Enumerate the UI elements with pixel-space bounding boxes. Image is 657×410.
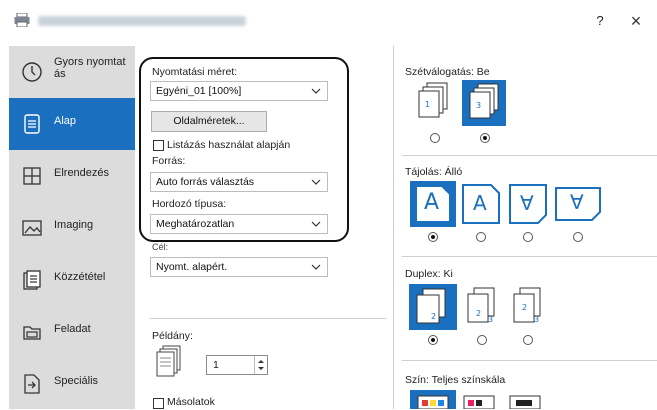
- advanced-icon: [24, 374, 40, 394]
- sidebar-item-label: Feladat: [54, 323, 91, 335]
- clock-icon: [22, 62, 42, 82]
- destination-value: Nyomt. alapért.: [156, 261, 228, 273]
- printer-icon: [14, 13, 30, 27]
- sidebar-item-advanced[interactable]: Speciális: [9, 358, 135, 410]
- annotation-highlight: [139, 57, 349, 242]
- collate-on-radio[interactable]: [480, 133, 490, 143]
- destination-label: Cél:: [152, 242, 169, 252]
- svg-text:2: 2: [476, 309, 481, 318]
- destination-dropdown[interactable]: Nyomt. alapért.: [150, 257, 328, 277]
- collate-copies-label: Másolatok: [167, 396, 215, 408]
- help-button[interactable]: ?: [590, 10, 610, 32]
- copies-label: Példány:: [152, 330, 193, 342]
- collated-option[interactable]: 3: [462, 80, 506, 126]
- sidebar: Gyors nyomtat ás Alap Elrendezés Imaging: [9, 46, 136, 409]
- orientation-portrait-option[interactable]: A: [410, 181, 456, 227]
- duplex-off-option[interactable]: 2: [409, 284, 457, 330]
- divider: [402, 155, 657, 156]
- duplex-off-radio[interactable]: [428, 335, 438, 345]
- sidebar-item-basic[interactable]: Alap: [9, 98, 135, 150]
- color-palette-icon: [417, 395, 449, 409]
- single-sided-icon: 2: [416, 288, 446, 324]
- orientation-portrait-radio[interactable]: [428, 232, 438, 242]
- copies-stack-icon: [156, 345, 181, 377]
- orientation-glyph: ∀: [570, 190, 584, 214]
- uncollated-pages-icon[interactable]: 1: [413, 81, 453, 125]
- svg-text:1: 1: [425, 100, 430, 109]
- orientation-landscape-radio[interactable]: [476, 232, 486, 242]
- picture-icon: [22, 220, 42, 236]
- sidebar-item-quick-print[interactable]: Gyors nyomtat ás: [9, 46, 135, 98]
- color-full-option[interactable]: [410, 390, 456, 409]
- svg-text:2: 2: [522, 303, 527, 312]
- document-icon: [24, 114, 40, 134]
- stepper-arrows-icon[interactable]: [254, 356, 267, 374]
- column-divider: [393, 46, 394, 409]
- sidebar-item-label: Gyors nyomtat ás: [54, 56, 126, 80]
- orientation-glyph: ∀: [520, 191, 534, 215]
- orientation-rotated-portrait-radio[interactable]: [523, 232, 533, 242]
- orientation-rotated-landscape-option[interactable]: ∀: [554, 186, 602, 222]
- job-icon: [23, 326, 41, 340]
- publish-icon: [23, 270, 41, 290]
- collated-pages-icon: 3: [469, 83, 499, 119]
- sidebar-item-label: Speciális: [54, 375, 99, 387]
- duplex-long-edge-radio[interactable]: [477, 335, 487, 345]
- divider: [402, 360, 657, 361]
- sidebar-item-label: Elrendezés: [54, 167, 110, 179]
- divider: [150, 318, 386, 319]
- chevron-down-icon: [311, 264, 321, 270]
- collate-label: Szétválogatás: Be: [405, 66, 490, 78]
- duplex-short-edge-radio[interactable]: [523, 335, 533, 345]
- collate-copies-checkbox[interactable]: [153, 398, 164, 409]
- orientation-glyph: A: [424, 190, 440, 215]
- color-mono-icon[interactable]: [462, 394, 496, 409]
- duplex-short-edge-icon[interactable]: 2 3: [508, 286, 548, 328]
- sidebar-item-label: Imaging: [54, 219, 94, 231]
- sidebar-item-layout[interactable]: Elrendezés: [9, 150, 135, 202]
- color-label: Szín: Teljes színskála: [405, 374, 506, 386]
- orientation-label: Tájolás: Álló: [405, 166, 463, 178]
- sidebar-item-job[interactable]: Feladat: [9, 306, 135, 358]
- sidebar-item-imaging[interactable]: Imaging: [9, 202, 135, 254]
- orientation-rotated-portrait-option[interactable]: ∀: [508, 183, 548, 225]
- svg-text:3: 3: [534, 315, 539, 324]
- grayscale-icon[interactable]: [508, 394, 542, 409]
- orientation-landscape-option[interactable]: A: [461, 183, 501, 225]
- window-title: [38, 16, 246, 26]
- sidebar-item-publishing[interactable]: Közzététel: [9, 254, 135, 306]
- collate-off-radio[interactable]: [430, 133, 440, 143]
- duplex-label: Duplex: Ki: [405, 268, 453, 280]
- orientation-rotated-landscape-radio[interactable]: [573, 232, 583, 242]
- grid-icon: [23, 167, 41, 185]
- svg-text:3: 3: [488, 315, 493, 324]
- copies-value: 1: [213, 359, 219, 371]
- title-bar: ? ×: [0, 0, 657, 42]
- close-button[interactable]: ×: [624, 9, 648, 33]
- duplex-long-edge-icon[interactable]: 2 3: [462, 286, 502, 328]
- svg-text:2: 2: [431, 312, 436, 321]
- orientation-glyph: A: [473, 191, 487, 215]
- svg-text:3: 3: [476, 101, 481, 110]
- divider: [402, 256, 657, 257]
- copies-stepper[interactable]: 1: [206, 355, 268, 375]
- sidebar-item-label: Alap: [54, 115, 77, 127]
- sidebar-item-label: Közzététel: [54, 271, 106, 283]
